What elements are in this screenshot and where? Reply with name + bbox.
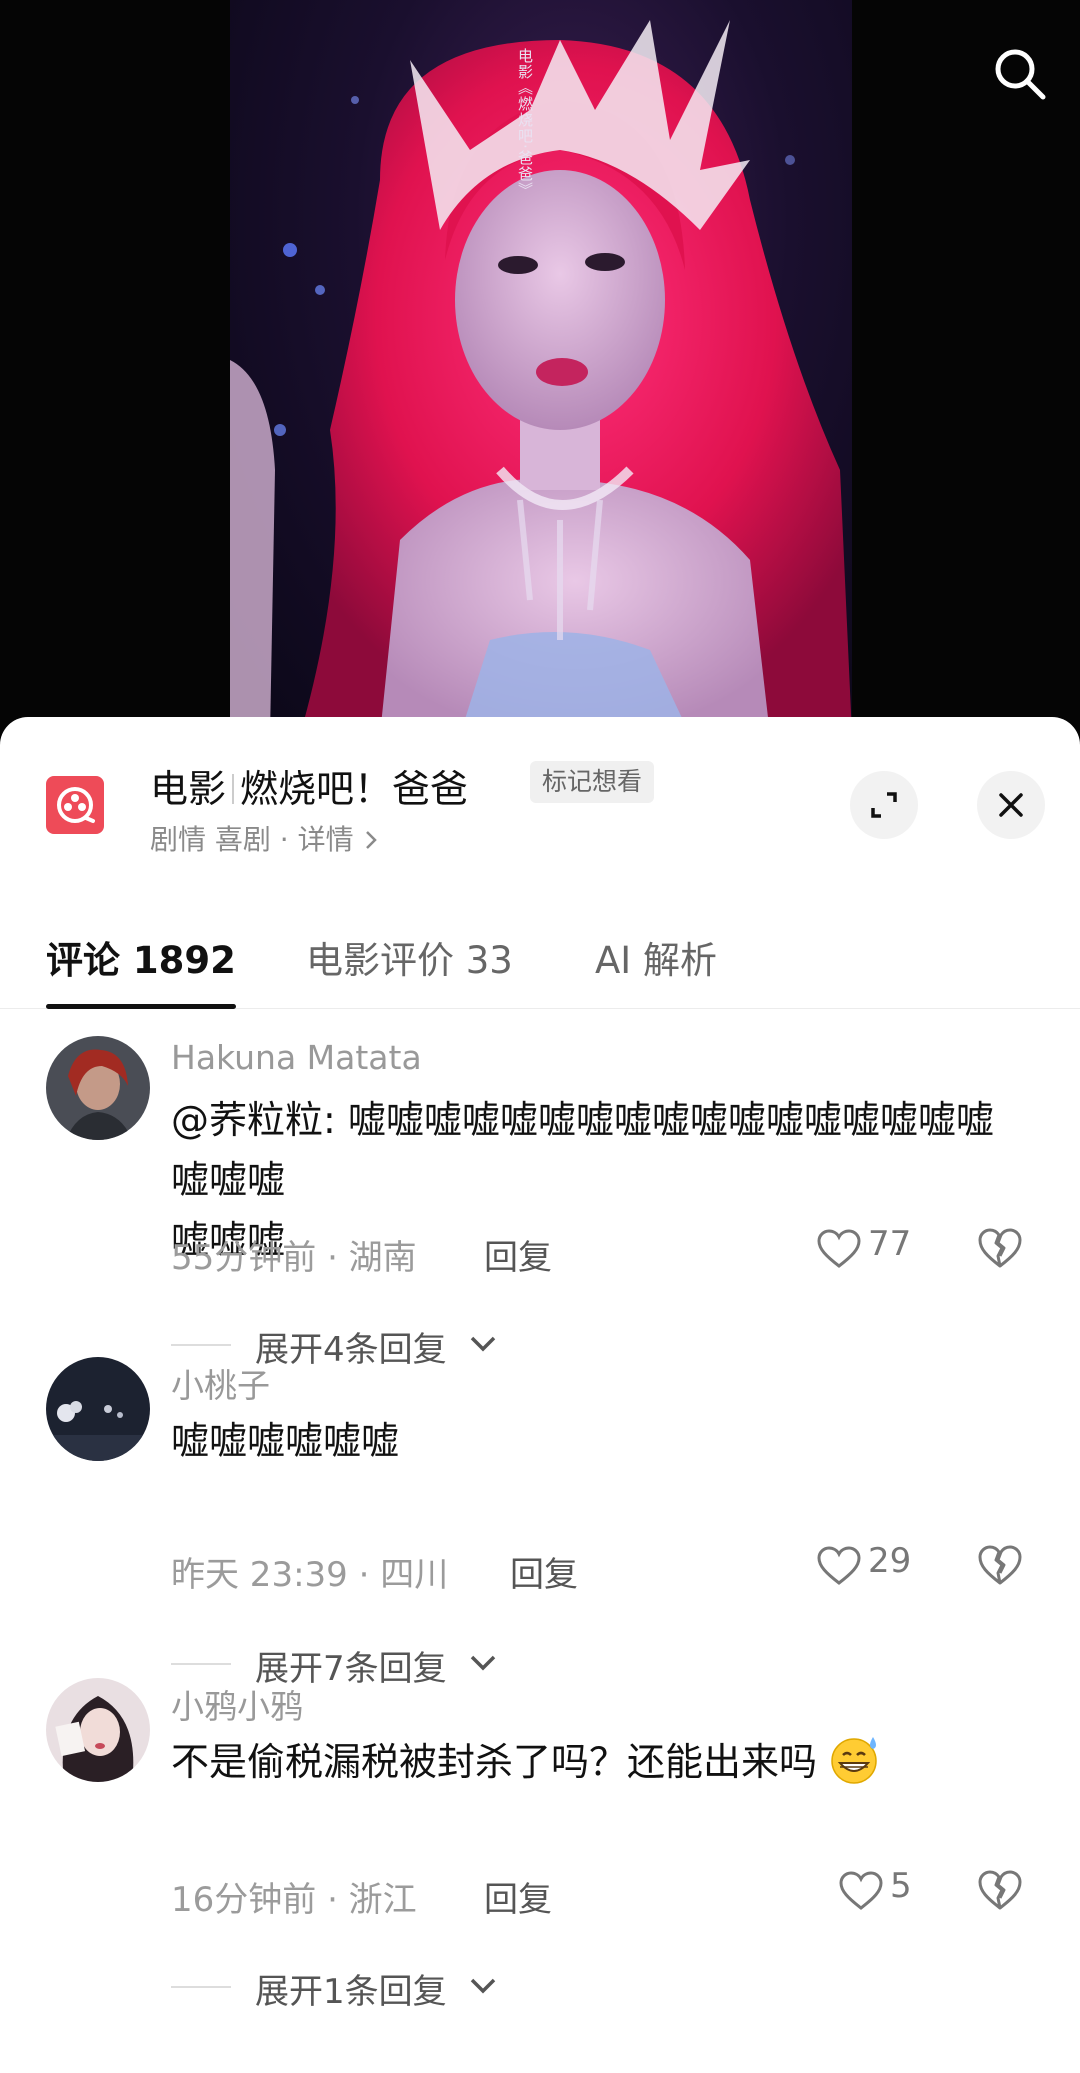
reply-button[interactable]: 回复 — [484, 1230, 552, 1279]
divider-line — [171, 1663, 231, 1665]
heart-icon — [817, 1546, 861, 1585]
comment-username[interactable]: 小桃子 — [171, 1359, 270, 1407]
comment-text: 不是偷税漏税被封杀了吗？还能出来吗 — [171, 1732, 1016, 1792]
like-count: 77 — [868, 1224, 912, 1264]
avatar-image — [46, 1678, 150, 1782]
dislike-button[interactable] — [976, 1226, 1024, 1274]
comment-sheet — [0, 717, 1080, 2073]
divider-line — [171, 1344, 231, 1346]
film-title[interactable]: 电影 燃烧吧！爸爸 — [150, 758, 468, 813]
dislike-button[interactable] — [976, 1868, 1024, 1916]
film-title-text: 燃烧吧！爸爸 — [240, 767, 469, 811]
comment-time-location: 昨天 23:39 · 四川 — [171, 1555, 449, 1595]
tab-movie-reviews[interactable]: 电影评价 33 — [306, 930, 513, 984]
avatar[interactable] — [46, 1357, 150, 1461]
comment-text-line: 嘘嘘嘘嘘嘘嘘 — [171, 1419, 400, 1463]
video-frame: 电影《燃烧吧·爸爸》 — [230, 0, 852, 735]
film-title-prefix: 电影 — [150, 767, 227, 811]
divider-line — [171, 1986, 231, 1988]
close-icon — [999, 793, 1023, 817]
broken-heart-icon — [978, 1228, 1022, 1268]
comment-text-line: 不是偷税漏税被封杀了吗？还能出来吗 — [171, 1740, 818, 1784]
active-tab-indicator — [46, 1004, 236, 1009]
comment-username[interactable]: 小鸦小鸦 — [171, 1680, 303, 1728]
avatar-image — [46, 1357, 150, 1461]
film-app-icon[interactable] — [46, 776, 104, 834]
comment-time-location: 55分钟前 · 湖南 — [171, 1238, 417, 1278]
chevron-down-icon — [470, 1336, 496, 1352]
search-button[interactable] — [988, 42, 1052, 106]
expand-icon — [871, 792, 897, 818]
expand-button[interactable] — [850, 771, 918, 839]
search-icon — [995, 49, 1046, 100]
film-reel-icon — [57, 787, 95, 823]
video-still-image — [230, 20, 852, 735]
comment-time-location: 16分钟前 · 浙江 — [171, 1880, 417, 1920]
expand-replies-label: 展开1条回复 — [255, 1972, 447, 2012]
heart-icon — [839, 1871, 883, 1910]
reply-button[interactable]: 回复 — [510, 1547, 578, 1596]
broken-heart-icon — [978, 1545, 1022, 1585]
expand-replies-label: 展开4条回复 — [255, 1330, 447, 1370]
broken-heart-icon — [978, 1870, 1022, 1910]
title-separator — [232, 774, 235, 804]
comment-username[interactable]: Hakuna Matata — [171, 1038, 422, 1077]
video-player[interactable]: 电影《燃烧吧·爸爸》 — [0, 0, 1080, 735]
grinning-sweat-emoji — [831, 1737, 877, 1784]
video-caption: 电影《燃烧吧·爸爸》 — [516, 48, 534, 198]
chevron-right-icon — [365, 831, 377, 849]
comment-text: 嘘嘘嘘嘘嘘嘘 — [171, 1411, 1016, 1471]
film-meta-text: 剧情 喜剧 · 详情 — [150, 823, 354, 856]
chevron-down-icon — [470, 1978, 496, 1994]
heart-icon — [817, 1229, 861, 1268]
dislike-button[interactable] — [976, 1543, 1024, 1591]
avatar[interactable] — [46, 1678, 150, 1782]
tab-ai-analysis[interactable]: AI 解析 — [595, 930, 717, 984]
comment-text-line: @荞粒粒: 嘘嘘嘘嘘嘘嘘嘘嘘嘘嘘嘘嘘嘘嘘嘘嘘嘘嘘嘘嘘 — [171, 1098, 994, 1202]
close-button[interactable] — [977, 771, 1045, 839]
comment-tabs: 评论 1892 电影评价 33 AI 解析 — [0, 922, 1080, 1009]
film-meta-details[interactable]: 剧情 喜剧 · 详情 — [150, 818, 379, 858]
chevron-down-icon — [470, 1655, 496, 1671]
like-count: 29 — [868, 1541, 912, 1581]
mark-want-to-watch-button[interactable]: 标记想看 — [530, 761, 655, 803]
like-count: 5 — [890, 1866, 912, 1906]
reply-button[interactable]: 回复 — [484, 1872, 552, 1921]
avatar[interactable] — [46, 1036, 150, 1140]
tab-comments[interactable]: 评论 1892 — [46, 930, 236, 984]
avatar-image — [46, 1036, 150, 1140]
